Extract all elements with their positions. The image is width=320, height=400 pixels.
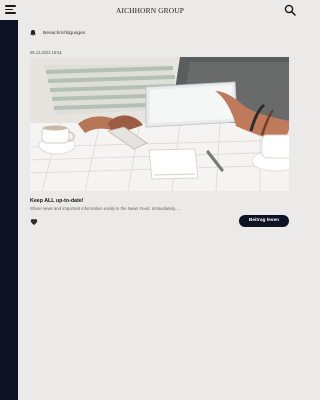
image-coffee-cup-right bbox=[261, 134, 289, 159]
image-tablet-screen bbox=[150, 85, 234, 123]
bell-icon-svg bbox=[30, 29, 36, 36]
search-icon-svg bbox=[284, 4, 296, 16]
news-card[interactable]: 06.12.2023 18:51 Keep ALL up-to-date! Sh… bbox=[30, 50, 300, 260]
read-post-button[interactable]: Beitrag lesen bbox=[239, 215, 289, 227]
app-title: AICHHORN GROUP bbox=[115, 6, 184, 15]
top-bar: AICHHORN GROUP bbox=[0, 0, 300, 22]
notifications-label: Benachrichtigungen bbox=[43, 30, 86, 36]
main-content: Benachrichtigungen 06.12.2023 18:51 Keep… bbox=[18, 20, 300, 400]
article-date: 06.12.2023 18:51 bbox=[30, 50, 62, 55]
heart-icon[interactable] bbox=[30, 218, 39, 226]
image-coffee-left bbox=[43, 125, 67, 131]
article-image[interactable] bbox=[30, 57, 289, 191]
heart-icon-svg bbox=[30, 218, 38, 225]
article-summary: Share news and important information eas… bbox=[30, 206, 181, 211]
bell-icon bbox=[29, 29, 37, 37]
left-sidebar-rail bbox=[0, 20, 18, 400]
image-icon bbox=[30, 57, 289, 191]
article-title[interactable]: Keep ALL up-to-date! bbox=[30, 198, 84, 204]
search-icon[interactable] bbox=[284, 4, 296, 16]
notifications-row[interactable]: Benachrichtigungen bbox=[29, 27, 85, 39]
news-feed-screen: AICHHORN GROUP Benachrichtigungen 06.12.… bbox=[0, 0, 300, 400]
